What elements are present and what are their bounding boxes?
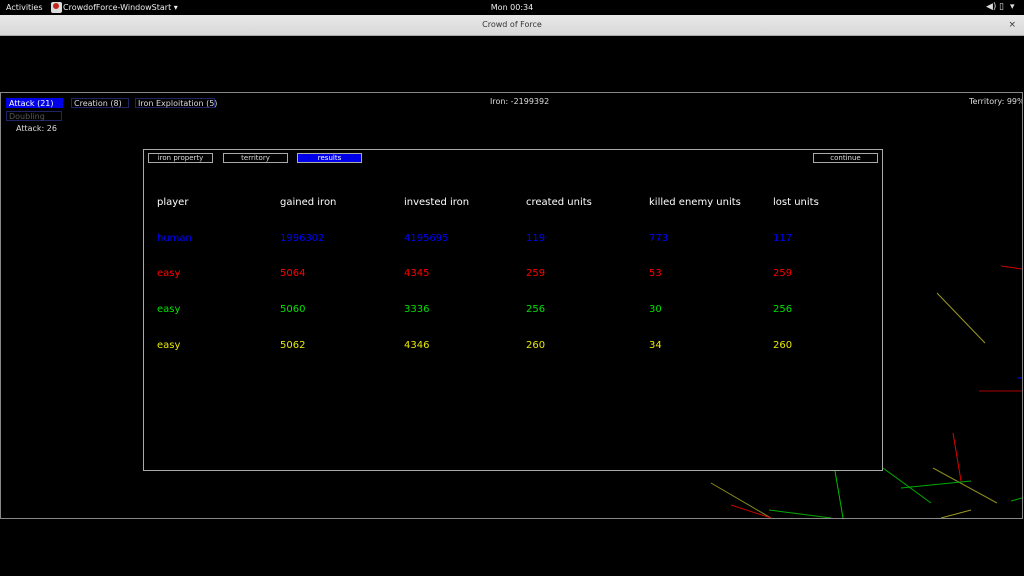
table-cell: 117 bbox=[773, 233, 793, 244]
results-dialog: iron property territory results continue… bbox=[143, 149, 883, 471]
table-cell: 773 bbox=[649, 233, 669, 244]
attack-count: Attack: 26 bbox=[16, 124, 57, 133]
table-cell: 1996302 bbox=[280, 233, 325, 244]
power-menu-icon[interactable]: ▾ bbox=[1010, 0, 1015, 15]
table-cell: 3336 bbox=[404, 304, 430, 315]
table-cell: 4345 bbox=[404, 268, 430, 279]
table-cell: 256 bbox=[526, 304, 546, 315]
attack-button[interactable]: Attack (21) bbox=[6, 98, 63, 108]
table-cell: 5062 bbox=[280, 340, 306, 351]
table-cell: 53 bbox=[649, 268, 662, 279]
window-title: Crowd of Force bbox=[482, 20, 542, 29]
window-titlebar: Crowd of Force × bbox=[0, 15, 1024, 36]
table-cell: 4346 bbox=[404, 340, 430, 351]
continue-button[interactable]: continue bbox=[813, 153, 878, 163]
table-cell: 34 bbox=[649, 340, 662, 351]
column-header-gained-iron: gained iron bbox=[280, 197, 337, 208]
table-cell: 5060 bbox=[280, 304, 306, 315]
table-cell: 260 bbox=[526, 340, 546, 351]
column-header-created-units: created units bbox=[526, 197, 592, 208]
table-cell: human bbox=[157, 233, 192, 244]
column-header-killed-enemy-units: killed enemy units bbox=[649, 197, 741, 208]
game-canvas[interactable]: Attack (21) Creation (8) Iron Exploitati… bbox=[0, 92, 1023, 519]
tab-territory[interactable]: territory bbox=[223, 153, 288, 163]
iron-readout: Iron: -2199392 bbox=[490, 97, 550, 106]
table-cell: 259 bbox=[526, 268, 546, 279]
clock[interactable]: Mon 00:34 bbox=[0, 0, 1024, 15]
table-cell: easy bbox=[157, 268, 181, 279]
tab-results[interactable]: results bbox=[297, 153, 362, 163]
table-cell: 259 bbox=[773, 268, 793, 279]
doubling-button[interactable]: Doubling bbox=[6, 111, 62, 121]
table-cell: 119 bbox=[526, 233, 546, 244]
table-cell: 256 bbox=[773, 304, 793, 315]
table-cell: easy bbox=[157, 304, 181, 315]
iron-exploitation-button[interactable]: Iron Exploitation (5) bbox=[135, 98, 217, 108]
creation-button[interactable]: Creation (8) bbox=[71, 98, 129, 108]
column-header-invested-iron: invested iron bbox=[404, 197, 470, 208]
tab-iron-property[interactable]: iron property bbox=[148, 153, 213, 163]
table-cell: 4195695 bbox=[404, 233, 449, 244]
table-cell: 260 bbox=[773, 340, 793, 351]
column-header-lost-units: lost units bbox=[773, 197, 819, 208]
close-icon[interactable]: × bbox=[1008, 15, 1016, 35]
battery-icon[interactable]: ▯ bbox=[999, 0, 1004, 15]
table-cell: 30 bbox=[649, 304, 662, 315]
audio-icon[interactable]: ◀) bbox=[986, 0, 996, 15]
territory-readout: Territory: 99% bbox=[969, 97, 1023, 106]
table-cell: 5064 bbox=[280, 268, 306, 279]
column-header-player: player bbox=[157, 197, 189, 208]
table-cell: easy bbox=[157, 340, 181, 351]
gnome-top-bar: Activities CrowdofForce-WindowStart ▾ Mo… bbox=[0, 0, 1024, 15]
